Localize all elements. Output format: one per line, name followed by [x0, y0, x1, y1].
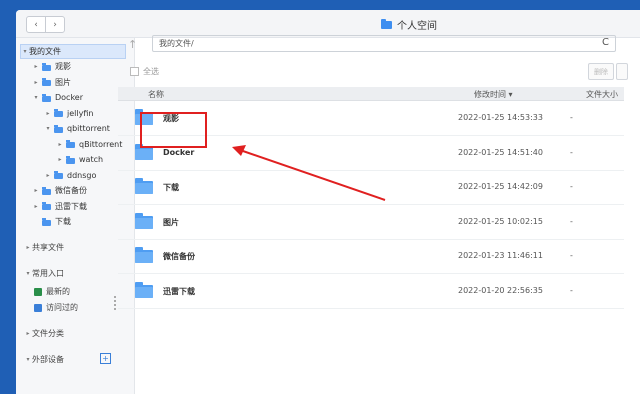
annotation-arrow — [232, 145, 386, 201]
